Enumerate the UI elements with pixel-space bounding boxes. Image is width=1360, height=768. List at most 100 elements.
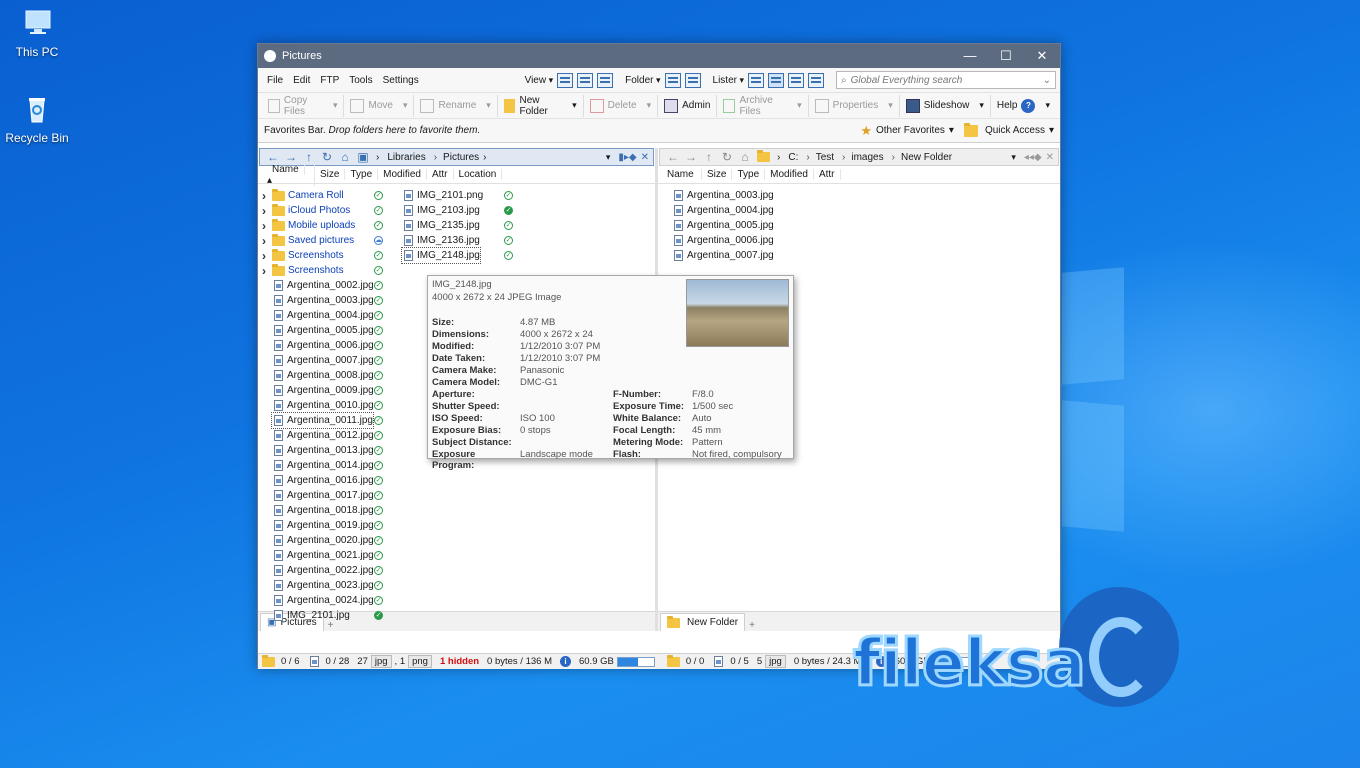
column-location[interactable]: Location: [454, 169, 503, 180]
file-row[interactable]: Argentina_0007.jpg: [272, 353, 374, 368]
view-details-icon[interactable]: [557, 72, 574, 88]
close-button[interactable]: ✕: [1024, 48, 1060, 64]
column-attr[interactable]: Attr: [814, 169, 841, 180]
column-type[interactable]: Type: [345, 169, 379, 180]
jpg-chip[interactable]: jpg: [370, 655, 392, 668]
dual-lister-icon[interactable]: [768, 72, 784, 88]
file-row[interactable]: Argentina_0011.jpg: [271, 412, 374, 429]
back-arrow-icon[interactable]: ←: [264, 150, 282, 164]
minimize-button[interactable]: —: [952, 48, 988, 64]
view-list-icon[interactable]: [577, 72, 594, 88]
file-row[interactable]: Argentina_0002.jpg: [272, 278, 374, 293]
quick-access-button[interactable]: Quick Access ▾: [963, 122, 1054, 137]
file-row[interactable]: Argentina_0016.jpg: [272, 473, 374, 488]
file-row[interactable]: Argentina_0004.jpg: [672, 203, 774, 218]
chevron-right-icon[interactable]: ›: [262, 264, 272, 278]
menu-edit[interactable]: Edit: [288, 75, 315, 86]
column-size[interactable]: Size: [702, 169, 733, 180]
chevron-down-icon[interactable]: ▾: [486, 100, 491, 111]
file-row[interactable]: Argentina_0012.jpg: [272, 428, 374, 443]
folder-menu[interactable]: Folder: [625, 75, 660, 86]
folder-options-icon[interactable]: [664, 72, 681, 88]
file-row[interactable]: Argentina_0024.jpg: [272, 593, 374, 608]
file-row[interactable]: IMG_2136.jpg: [402, 233, 480, 248]
file-row[interactable]: Argentina_0020.jpg: [272, 533, 374, 548]
file-row[interactable]: IMG_2148.jpg: [401, 247, 481, 264]
back-arrow-icon[interactable]: ←: [664, 150, 682, 164]
pane-options-icon[interactable]: ▮▸◆: [618, 152, 636, 163]
file-row[interactable]: IMG_2135.jpg: [402, 218, 480, 233]
chevron-down-icon[interactable]: ▾: [979, 100, 984, 111]
up-arrow-icon[interactable]: ↑: [300, 150, 318, 164]
tab-new-folder[interactable]: New Folder: [660, 613, 746, 631]
file-row[interactable]: Argentina_0005.jpg: [672, 218, 774, 233]
delete-button[interactable]: Delete ▾: [584, 94, 659, 117]
info-icon[interactable]: i: [556, 656, 575, 667]
global-search-input[interactable]: ⌕ Global Everything search ⌄: [836, 71, 1056, 89]
view-menu[interactable]: View: [525, 75, 554, 86]
preview-lister-icon[interactable]: [808, 72, 824, 88]
other-favorites-button[interactable]: ★ Other Favorites ▾: [860, 123, 954, 139]
file-row[interactable]: Argentina_0018.jpg: [272, 503, 374, 518]
chevron-down-icon[interactable]: ▾: [888, 100, 893, 111]
chevron-right-icon[interactable]: ›: [262, 234, 272, 248]
breadcrumb-test[interactable]: Test: [802, 152, 838, 163]
tree-lister-icon[interactable]: [788, 72, 804, 88]
column-size[interactable]: Size: [315, 169, 346, 180]
file-row[interactable]: IMG_2101.jpg: [272, 608, 350, 623]
file-row[interactable]: Argentina_0005.jpg: [272, 323, 374, 338]
forward-arrow-icon[interactable]: →: [282, 150, 300, 164]
copy-files-button[interactable]: Copy Files ▾: [262, 94, 345, 117]
menu-ftp[interactable]: FTP: [315, 75, 344, 86]
column-name[interactable]: Name ▴: [262, 163, 315, 186]
view-thumbs-icon[interactable]: [597, 72, 614, 88]
file-row[interactable]: Argentina_0004.jpg: [272, 308, 374, 323]
hidden-files-count[interactable]: 1 hidden: [436, 656, 483, 667]
column-modified[interactable]: Modified: [765, 169, 814, 180]
refresh-icon[interactable]: ↻: [718, 150, 736, 164]
column-name[interactable]: Name: [662, 169, 702, 180]
breadcrumb-images[interactable]: images: [838, 152, 888, 163]
properties-button[interactable]: Properties ▾: [809, 94, 900, 117]
chevron-down-icon[interactable]: ▾: [647, 100, 652, 111]
file-row[interactable]: Argentina_0023.jpg: [272, 578, 374, 593]
pane-options-icon[interactable]: ◂◂◆: [1024, 152, 1042, 163]
file-row[interactable]: IMG_2103.jpg: [402, 203, 480, 218]
file-row[interactable]: Argentina_0006.jpg: [672, 233, 774, 248]
forward-arrow-icon[interactable]: →: [682, 150, 700, 164]
menu-settings[interactable]: Settings: [378, 75, 424, 86]
jpg-chip[interactable]: jpg: [765, 655, 786, 668]
folder-row[interactable]: › Saved pictures: [262, 233, 354, 248]
breadcrumb-new-folder[interactable]: New Folder: [888, 152, 956, 163]
home-icon[interactable]: ⌂: [336, 150, 354, 164]
desktop-icon-this-pc[interactable]: This PC: [0, 8, 77, 59]
folder-row[interactable]: › Mobile uploads: [262, 218, 355, 233]
breadcrumb-libraries[interactable]: Libraries: [383, 152, 429, 163]
close-pane-icon[interactable]: ✕: [641, 152, 649, 163]
maximize-button[interactable]: ☐: [988, 48, 1024, 64]
chevron-down-icon[interactable]: ▾: [572, 100, 577, 111]
column-attr[interactable]: Attr: [427, 169, 454, 180]
refresh-icon[interactable]: ↻: [318, 150, 336, 164]
chevron-right-icon[interactable]: ›: [262, 249, 272, 263]
chevron-down-icon[interactable]: ▾: [403, 100, 408, 111]
path-dropdown-icon[interactable]: ▾: [606, 152, 611, 163]
file-row[interactable]: Argentina_0006.jpg: [272, 338, 374, 353]
home-icon[interactable]: ⌂: [736, 150, 754, 164]
menu-file[interactable]: File: [262, 75, 288, 86]
file-row[interactable]: Argentina_0019.jpg: [272, 518, 374, 533]
menu-tools[interactable]: Tools: [344, 75, 377, 86]
chevron-right-icon[interactable]: ›: [262, 189, 272, 203]
admin-button[interactable]: Admin: [658, 94, 718, 117]
chevron-down-icon[interactable]: ▾: [333, 100, 338, 111]
file-row[interactable]: Argentina_0014.jpg: [272, 458, 374, 473]
up-arrow-icon[interactable]: ↑: [700, 150, 718, 164]
folder-layout-icon[interactable]: [684, 72, 701, 88]
title-bar[interactable]: Pictures — ☐ ✕: [258, 44, 1060, 68]
file-row[interactable]: Argentina_0008.jpg: [272, 368, 374, 383]
left-path-bar[interactable]: ← → ↑ ↻ ⌂ ▣ › Libraries Pictures › ▾ ▮▸◆…: [259, 148, 654, 166]
file-row[interactable]: Argentina_0013.jpg: [272, 443, 374, 458]
file-row[interactable]: Argentina_0003.jpg: [672, 188, 774, 203]
file-row[interactable]: Argentina_0010.jpg: [272, 398, 374, 413]
folder-row[interactable]: › Screenshots: [262, 263, 344, 278]
